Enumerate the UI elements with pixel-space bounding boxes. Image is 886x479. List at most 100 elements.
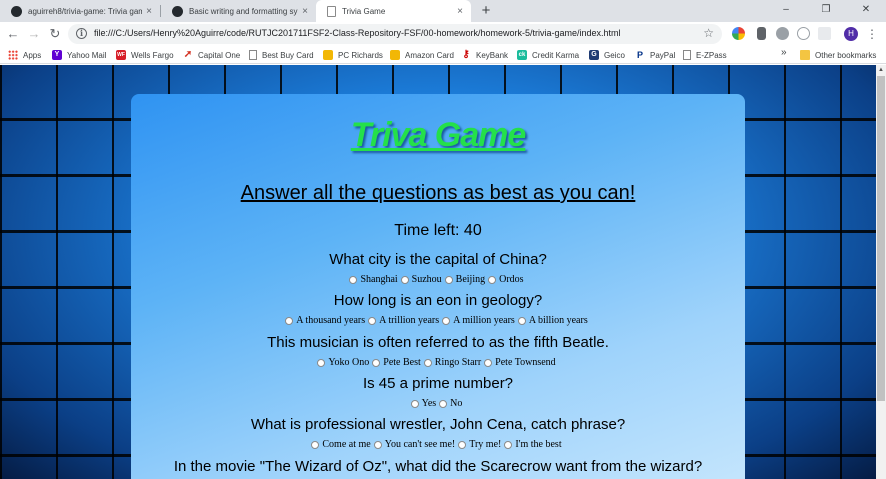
github-icon [11,5,22,17]
answer-radio[interactable] [458,440,467,449]
reload-button[interactable]: ↻ [47,26,63,42]
close-window-button[interactable]: ✕ [846,0,886,22]
bookmark-best-buy-card[interactable]: Best Buy Card [249,48,314,62]
new-tab-button[interactable]: + [478,2,494,20]
answer-option[interactable]: A million years [442,315,515,326]
url-text[interactable]: file:///C:/Users/Henry%20Aguirre/code/RU… [94,28,621,38]
answer-option[interactable]: Ringo Starr [423,357,481,368]
tab-trivia-repo[interactable]: aguirreh8/trivia-game: Trivia gam × [0,0,160,22]
wells-fargo-icon: WF [116,50,126,60]
profile-avatar[interactable]: H [844,27,858,41]
answer-radio[interactable] [285,316,294,325]
answer-label: A billion years [528,315,588,326]
answer-radio[interactable] [504,440,513,449]
browser-toolbar: ← → ↻ i file:///C:/Users/Henry%20Aguirre… [0,22,886,46]
answer-option[interactable]: Yes [410,398,437,409]
answer-label: Yes [421,398,437,409]
answer-radio[interactable] [368,316,377,325]
maximize-button[interactable]: ❐ [806,0,846,22]
bookmark-yahoo-mail[interactable]: Y Yahoo Mail [52,48,106,62]
answer-radio[interactable] [484,358,493,367]
tab-basic-writing[interactable]: Basic writing and formatting synt × [161,0,316,22]
page-scrollbar[interactable]: ▲ [876,65,886,479]
page-icon [327,5,336,17]
bookmark-capital-one[interactable]: ➚ Capital One [183,48,240,62]
answer-option[interactable]: Ordos [488,274,524,285]
tab-trivia-game[interactable]: Trivia Game × [316,0,471,22]
answer-radio[interactable] [317,358,326,367]
tab-strip: aguirreh8/trivia-game: Trivia gam × Basi… [0,0,886,22]
address-bar[interactable]: i file:///C:/Users/Henry%20Aguirre/code/… [68,24,722,44]
bookmark-apps[interactable]: Apps [8,48,41,62]
extension-color-icon[interactable] [732,27,745,40]
answer-label: You can't see me! [384,439,456,450]
answer-radio[interactable] [400,275,409,284]
paypal-icon: P [636,50,643,60]
answer-options: Shanghai Suzhou Beijing Ordos [131,274,745,285]
answer-option[interactable]: You can't see me! [373,439,456,450]
bookmark-geico[interactable]: G Geico [589,48,625,62]
other-bookmarks[interactable]: Other bookmarks [800,48,876,62]
scroll-up-arrow-icon[interactable]: ▲ [876,65,886,75]
answer-radio[interactable] [410,399,419,408]
answer-radio[interactable] [373,440,382,449]
answer-option[interactable]: Pete Townsend [484,357,556,368]
answer-radio[interactable] [444,275,453,284]
answer-label: Ordos [499,274,524,285]
close-tab-icon[interactable]: × [298,6,312,17]
back-button[interactable]: ← [5,26,21,42]
answer-option[interactable]: Yoko Ono [317,357,369,368]
extension-circle-icon[interactable] [797,27,810,40]
answer-option[interactable]: Shanghai [349,274,398,285]
extension-icon[interactable] [776,27,789,40]
close-tab-icon[interactable]: × [453,6,467,17]
answer-radio[interactable] [372,358,381,367]
close-tab-icon[interactable]: × [142,6,156,17]
answer-radio[interactable] [349,275,358,284]
answer-option[interactable]: A thousand years [285,315,365,326]
amazon-icon [390,50,400,60]
bookmark-star-icon[interactable]: ☆ [703,26,714,40]
more-bookmarks-chevron-icon[interactable]: » [781,47,787,58]
answer-radio[interactable] [423,358,432,367]
bookmark-keybank[interactable]: ⚷ KeyBank [461,48,508,62]
minimize-button[interactable]: – [766,0,806,22]
answer-option[interactable]: I'm the best [504,439,562,450]
question-text: How long is an eon in geology? [333,292,543,309]
answer-label: Come at me [322,439,371,450]
instructions-text: Answer all the questions as best as you … [240,182,636,204]
answer-option[interactable]: A trillion years [368,315,439,326]
answer-options: A thousand years A trillion years A millio… [131,315,745,326]
info-icon[interactable]: i [76,28,87,39]
answer-option[interactable]: A billion years [517,315,588,326]
answer-radio[interactable] [439,399,448,408]
page-icon [249,50,257,60]
bookmark-pc-richards[interactable]: PC Richards [323,48,383,62]
credit-karma-icon: ck [517,50,527,60]
scroll-thumb[interactable] [877,76,885,401]
answer-radio[interactable] [442,316,451,325]
answer-radio[interactable] [311,440,320,449]
menu-icon[interactable]: ⋮ [866,26,878,42]
bookmark-credit-karma[interactable]: ck Credit Karma [517,48,579,62]
question-text: What is professional wrestler, John Cena… [250,416,626,433]
answer-option[interactable]: Suzhou [400,274,442,285]
tab-title: Basic writing and formatting synt [189,6,298,16]
bookmark-amazon-card[interactable]: Amazon Card [390,48,454,62]
bookmark-paypal[interactable]: P PayPal [635,48,675,62]
bookmark-ezpass[interactable]: E-ZPass [683,48,727,62]
answer-option[interactable]: Beijing [444,274,485,285]
yahoo-icon: Y [52,50,62,60]
answer-option[interactable]: Try me! [458,439,501,450]
answer-option[interactable]: No [439,398,462,409]
extension-square-icon[interactable] [818,27,831,40]
answer-option[interactable]: Pete Best [372,357,421,368]
microphone-extension-icon[interactable] [757,27,766,40]
answer-label: Suzhou [411,274,442,285]
answer-option[interactable]: Come at me [311,439,371,450]
answer-radio[interactable] [517,316,526,325]
bookmark-label: Best Buy Card [262,50,314,60]
bookmark-wells-fargo[interactable]: WF Wells Fargo [116,48,174,62]
forward-button[interactable]: → [26,26,42,42]
answer-radio[interactable] [488,275,497,284]
